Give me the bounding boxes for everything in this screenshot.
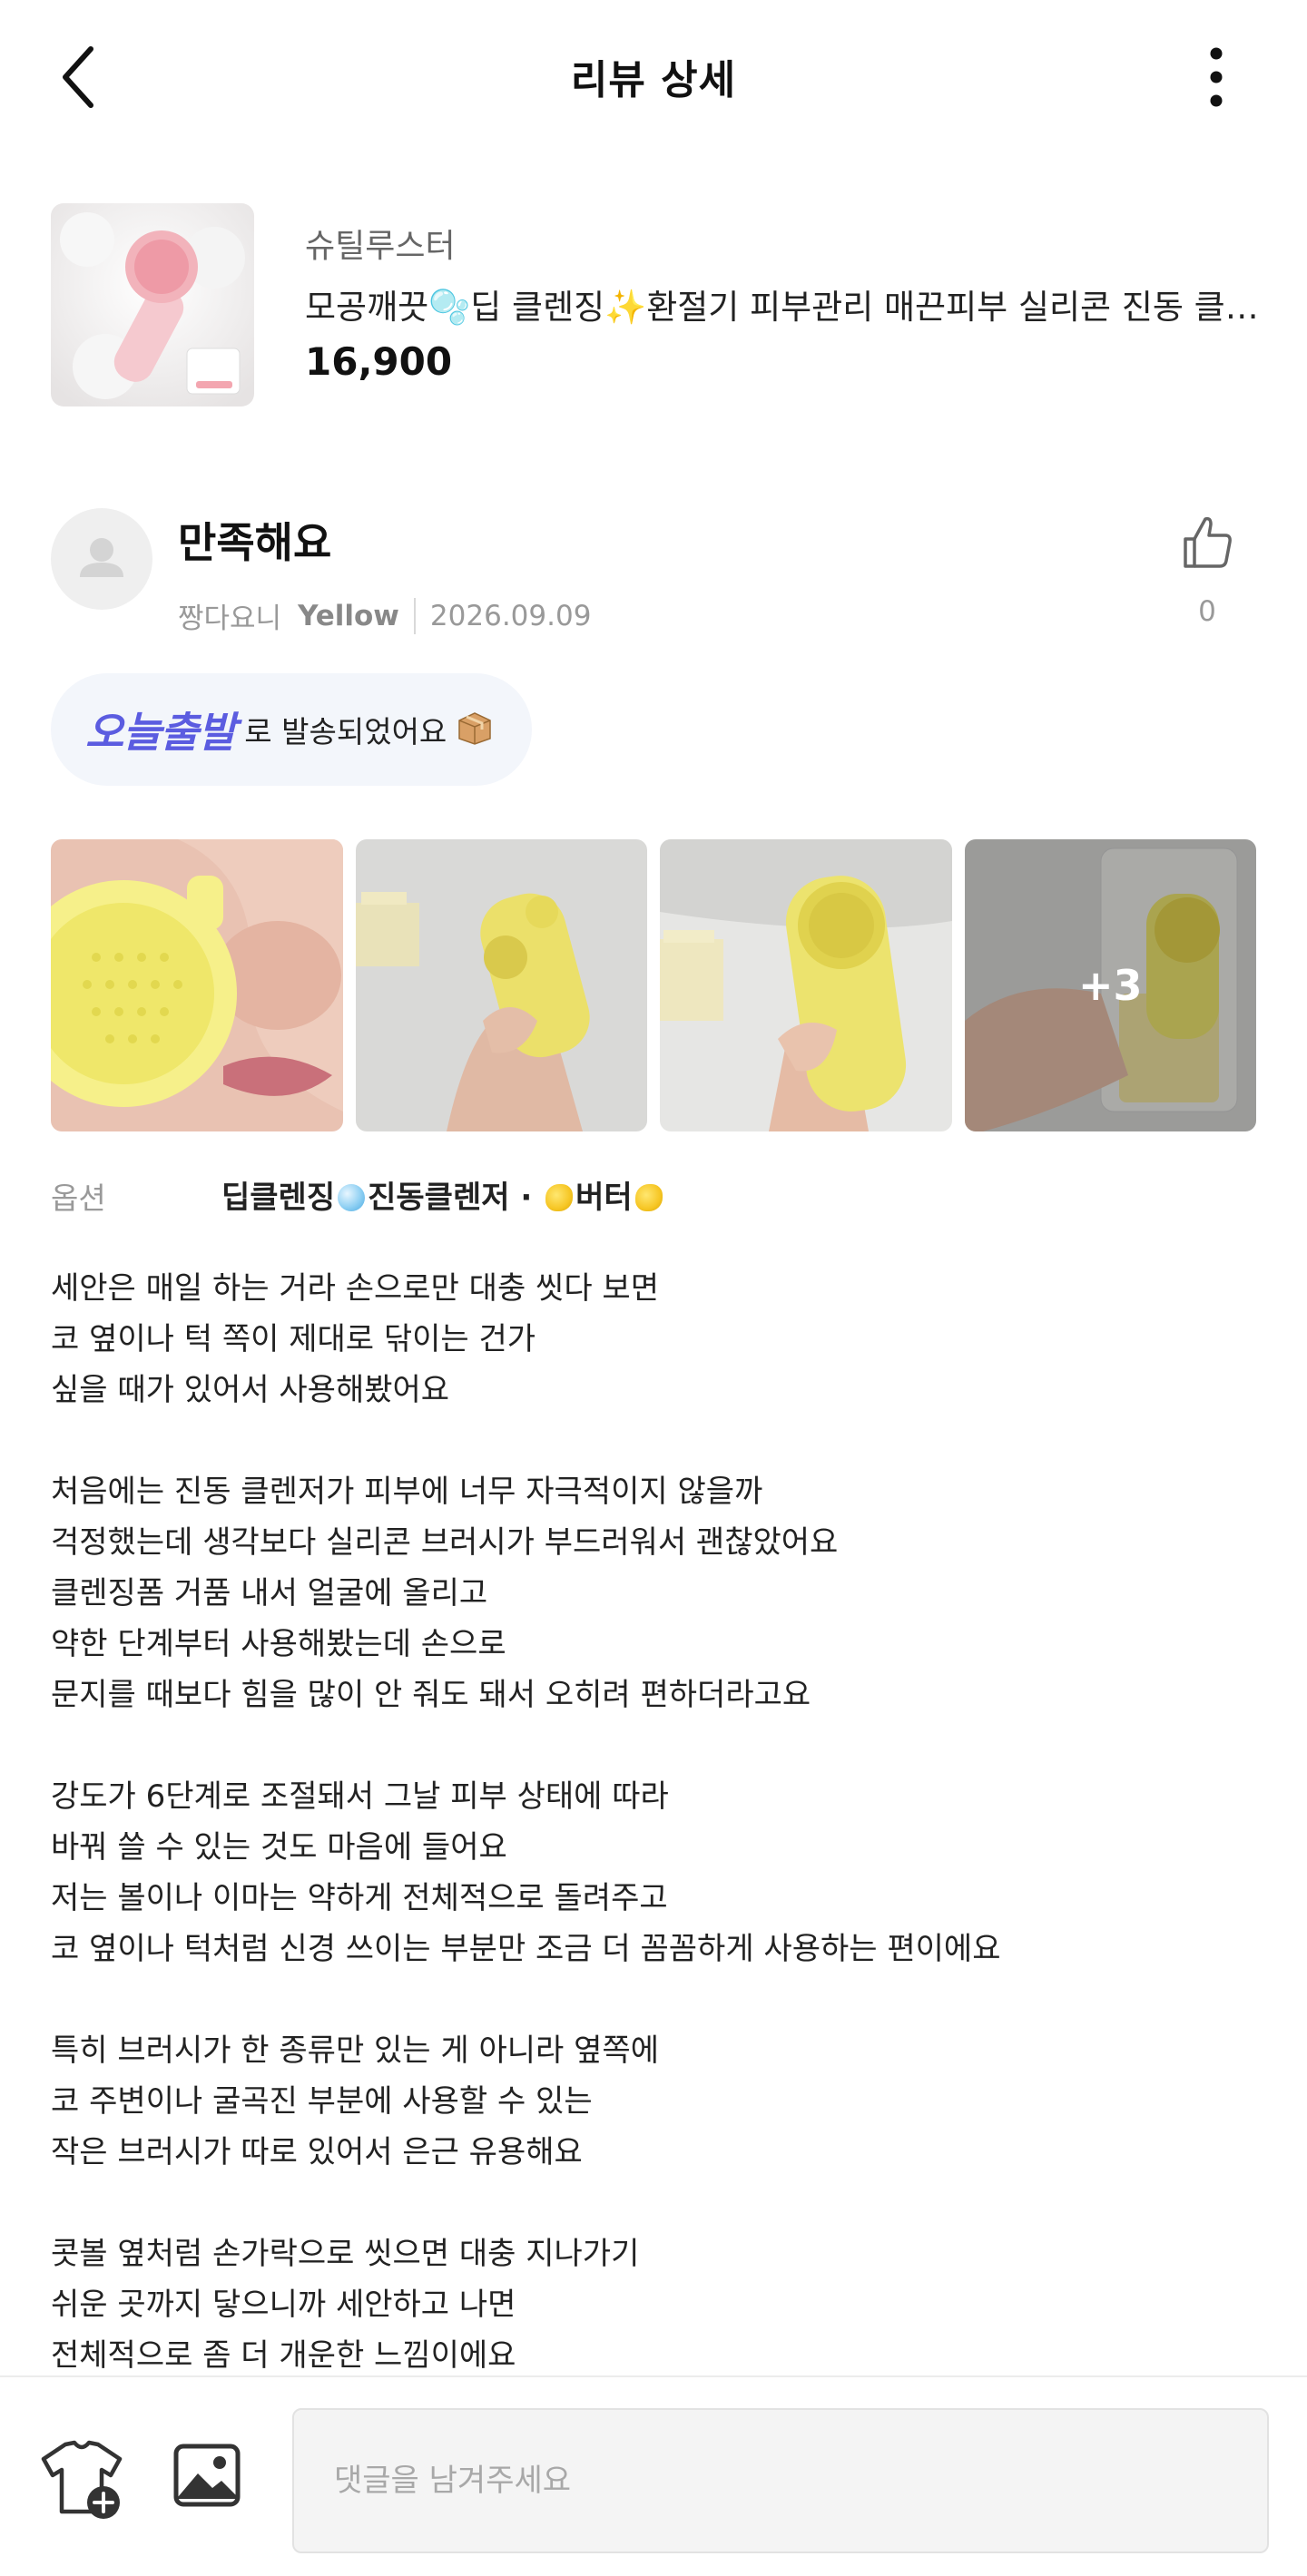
meta-divider	[413, 597, 416, 634]
more-options-button[interactable]	[1189, 36, 1243, 118]
review-author: 짱다요니	[178, 602, 282, 635]
attach-product-button[interactable]	[38, 2435, 125, 2522]
bubble-icon	[338, 1184, 366, 1211]
review-photo[interactable]	[660, 839, 952, 1131]
review-paragraph: 콧볼 옆처럼 손가락으로 씻으면 대충 지나가기 쉬운 곳까지 닿으니까 세안하…	[51, 2236, 640, 2374]
lemon-icon	[634, 1184, 663, 1211]
shirt-plus-icon	[41, 2440, 123, 2519]
review-paragraph: 특히 브러시가 한 종류만 있는 게 아니라 옆쪽에 코 주변이나 굴곡진 부분…	[51, 2032, 659, 2170]
like-count: 0	[1198, 595, 1216, 628]
avatar[interactable]	[51, 508, 152, 610]
option-part-2: 진동클렌저 ·	[368, 1180, 544, 1216]
comment-input[interactable]	[292, 2408, 1269, 2553]
review-photo[interactable]	[51, 839, 343, 1131]
shipping-badge: 오늘출발 로 발송되었어요	[51, 673, 532, 786]
product-thumbnail	[51, 203, 254, 406]
review-photos: +3	[51, 839, 1256, 1131]
product-brand: 슈틸루스터	[305, 228, 456, 265]
attach-image-button[interactable]	[171, 2439, 243, 2512]
more-photos-count: +3	[964, 839, 1256, 1131]
user-icon	[80, 538, 123, 577]
more-vertical-icon	[1210, 47, 1223, 107]
image-icon	[173, 2444, 241, 2507]
shipping-status-text: 로 발송되었어요	[244, 714, 447, 749]
review-title: 만족해요	[178, 518, 332, 567]
lemon-icon	[545, 1184, 574, 1211]
option-label: 옵션	[51, 1180, 106, 1216]
option-value: 딥클렌징 진동클렌저 · 버터	[221, 1172, 665, 1217]
review-paragraph: 강도가 6단계로 조절돼서 그날 피부 상태에 따라 바꿔 쓸 수 있는 것도 …	[51, 1778, 1001, 1967]
product-price: 16,900	[305, 339, 453, 384]
option-part-1: 딥클렌징	[221, 1180, 336, 1216]
review-photo-more[interactable]: +3	[964, 839, 1256, 1131]
comment-bar	[0, 2375, 1307, 2576]
option-part-3: 버터	[575, 1180, 633, 1216]
review-author-level: Yellow	[298, 599, 399, 632]
page-title: 리뷰 상세	[570, 57, 737, 103]
package-icon	[456, 710, 494, 749]
review-body: 세안은 매일 하는 거라 손으로만 대충 씻다 보면 코 옆이나 턱 쪽이 제대…	[51, 1263, 1256, 2375]
top-bar: 리뷰 상세	[0, 0, 1307, 154]
review-date: 2026.09.09	[429, 599, 592, 632]
thumbs-up-icon	[1184, 516, 1232, 568]
review-paragraph: 처음에는 진동 클렌저가 피부에 너무 자극적이지 않을까 걱정했는데 생각보다…	[51, 1474, 839, 1713]
review-paragraph: 세안은 매일 하는 거라 손으로만 대충 씻다 보면 코 옆이나 턱 쪽이 제대…	[51, 1270, 659, 1408]
product-card[interactable]: 슈틸루스터 모공깨끗🫧딥 클렌징✨환절기 피부관리 매끈피부 실리콘 진동 클렌…	[51, 203, 1267, 406]
review-meta: 짱다요니 Yellow 2026.09.09	[178, 595, 591, 636]
like-button[interactable]	[1180, 514, 1234, 572]
product-name: 모공깨끗🫧딥 클렌징✨환절기 피부관리 매끈피부 실리콘 진동 클렌저	[305, 288, 1267, 327]
review-photo[interactable]	[355, 839, 647, 1131]
today-dispatch-label: 오늘출발	[85, 708, 236, 757]
